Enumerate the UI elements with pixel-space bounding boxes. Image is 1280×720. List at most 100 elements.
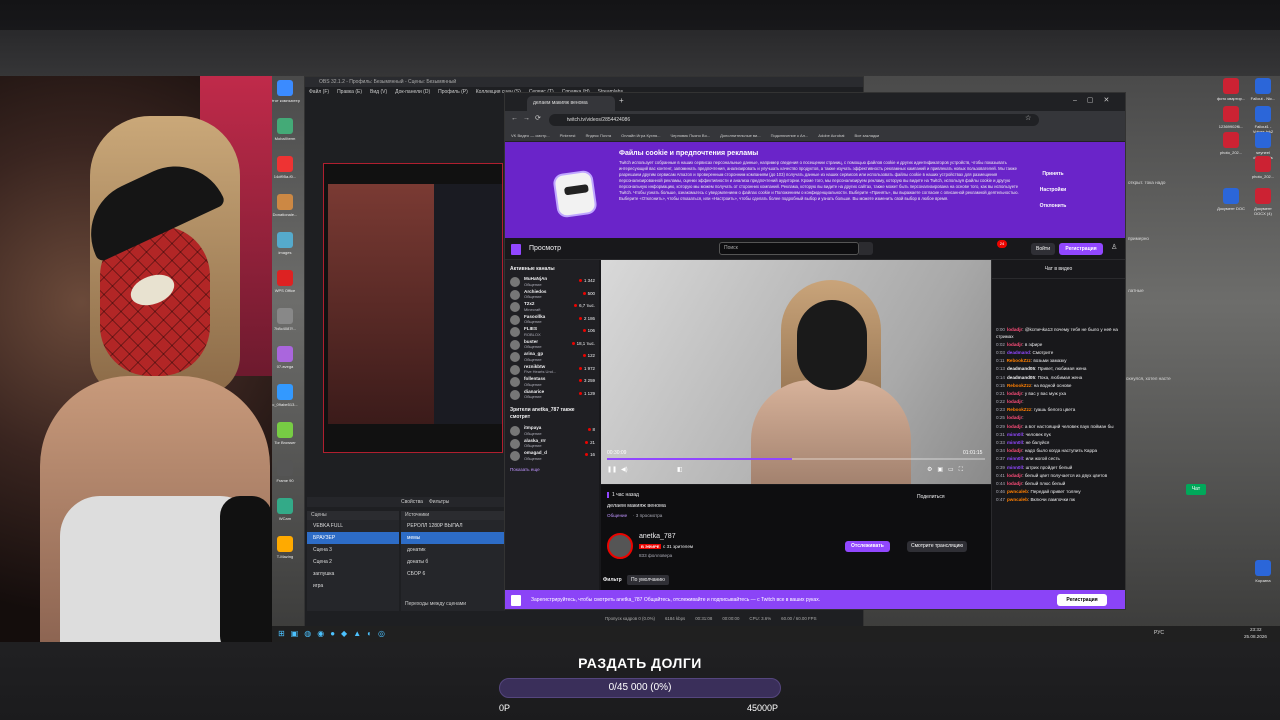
obs-menu-item[interactable]: Док-панели (D) [395,87,430,97]
chat-username[interactable]: RebookZzz [1007,407,1031,412]
obs-menu-item[interactable]: Правка (E) [337,87,362,97]
desktop-icon[interactable]: Tor Browser [270,422,300,445]
scene-item[interactable]: Сцена 2 [307,556,399,568]
show-more-link[interactable]: Показать еще [505,463,599,476]
desktop-icon[interactable]: Fallout1 - Voices.lnk2 [1248,106,1278,134]
scene-item[interactable]: заглушка [307,568,399,580]
chat-username[interactable]: lodadjr [1007,327,1022,332]
chat-username[interactable]: lodadjr [1007,481,1022,486]
desktop-icon[interactable]: Fallout - Nic... [1248,78,1278,101]
obs-menu-item[interactable]: Вид (V) [370,87,387,97]
channel-item[interactable]: itmpaya Общение 8 [505,425,599,438]
desktop-icon[interactable]: MobaXterm [270,118,300,141]
bookmark-item[interactable]: Черновик Пьяно Во... [670,129,710,141]
channel-item[interactable]: T2x2 Minecraft 6,7 тыс. [505,301,599,314]
channel-item[interactable]: arina_gp Общение 122 [505,351,599,364]
seek-bar[interactable] [607,458,985,460]
search-input[interactable]: Поиск [719,242,859,255]
channel-item[interactable]: MuHaNjAn Общение 1 342 [505,276,599,289]
chat-username[interactable]: lodadjr [1007,424,1022,429]
chat-username[interactable]: pwncaleb [1007,497,1028,502]
desktop-icon[interactable]: WCam [270,498,300,521]
chat-username[interactable]: lodadjr [1007,399,1022,404]
channel-item[interactable]: FLIES ROBLOX 106 [505,326,599,339]
desktop-icon[interactable]: Этот компьютер [270,80,300,103]
bookmark-item[interactable]: Подключение к Ал... [771,129,809,141]
desktop-icon[interactable]: WPS Office [270,270,300,293]
source-item[interactable]: СБОР 6 [401,568,505,580]
bookmark-item[interactable]: Все закладки [855,129,880,141]
desktop-icon[interactable]: Donationale... [270,194,300,217]
player-settings-icon[interactable]: ⚙▣▭⛶ [927,466,968,474]
window-controls-icon[interactable]: –▢✕ [1073,96,1119,104]
login-button[interactable]: Войти [1031,243,1055,255]
cookie-settings-button[interactable]: Настройки [1029,184,1077,196]
source-item[interactable]: РЕРОЛЛ 1280P ВЫПАЛ [401,520,505,532]
watch-stream-button[interactable]: Смотрите трансляцию [907,541,968,552]
source-item[interactable]: донаты б [401,556,505,568]
scene-item[interactable]: БРАУЗЕР [307,532,399,544]
scene-item[interactable]: VEBKA FULL [307,520,399,532]
desktop-icon[interactable]: photo_202... [1216,132,1246,155]
taskbar-apps-icon[interactable]: ⊞▣◍◉●◆▲◐◎ [278,629,391,638]
desktop-icon[interactable]: T-Mazing [270,536,300,559]
tray-language[interactable]: РУС [1154,630,1164,636]
desktop-icon[interactable]: Документ DOC [1216,188,1246,211]
streamer-name[interactable]: anetka_787 [639,533,676,540]
follow-button[interactable]: Отслеживать [845,541,890,552]
bookmark-star-icon[interactable]: ☆ [1025,114,1031,122]
obs-menu-item[interactable]: Файл (F) [309,87,329,97]
cookie-reject-button[interactable]: Отклонить [1029,200,1077,212]
streamer-avatar[interactable] [607,533,633,559]
desktop-icon[interactable]: 7b8c4087f... [270,308,300,331]
obs-menu-item[interactable]: Профиль (P) [438,87,468,97]
chat-button[interactable]: Чат [1186,484,1206,495]
url-field[interactable]: twitch.tv/videos/2854424086 [549,114,1039,126]
nav-arrows-icon[interactable]: ←→⟳ [511,114,546,122]
chat-username[interactable]: minn0ll [1007,432,1023,437]
chat-username[interactable]: minn0ll [1007,440,1023,445]
desktop-icon[interactable]: фото квартир... [1216,78,1246,101]
share-button[interactable]: Поделиться [913,492,949,502]
video-player[interactable]: 00:30:09 01:01:15 ❚❚ ◀) ◧ ⚙▣▭⛶ [601,260,991,484]
search-icon[interactable] [859,242,873,255]
channel-item[interactable]: alaska_rrr Общение 21 [505,438,599,451]
bookmark-item[interactable]: Adobe Acrobat [818,129,844,141]
channel-item[interactable]: Fasoollka Общение 2 186 [505,314,599,327]
chat-username[interactable]: lodadjr [1007,342,1022,347]
chat-username[interactable]: RebookZzz [1007,383,1031,388]
tray-time[interactable]: 23:32 [1250,627,1262,632]
banner-signup-button[interactable]: Регистрация [1057,594,1107,606]
clip-icon[interactable]: ◧ [677,466,683,473]
desktop-icon[interactable]: images [270,232,300,255]
chat-username[interactable]: minn0ll [1007,456,1023,461]
chat-username[interactable]: deadmand [1007,350,1030,355]
channel-item[interactable]: reznikbtw Five Hearts Und... 1 972 [505,364,599,377]
desktop-icon[interactable]: Frame 90 [270,460,300,483]
channel-item[interactable]: omagad_d Общение 16 [505,450,599,463]
scene-filters-button[interactable]: Фильтры [429,497,449,507]
channel-item[interactable]: dianarice Общение 1 129 [505,389,599,402]
desktop-icon[interactable]: 12369902f6... [1216,106,1246,129]
filter-select[interactable]: По умолчанию [627,575,669,585]
chat-username[interactable]: deadmand05 [1007,366,1035,371]
bookmark-item[interactable]: Pinterest [560,129,576,141]
chat-username[interactable]: lodadjr [1007,391,1022,396]
channel-item[interactable]: buster Общение 18,1 тыс. [505,339,599,352]
tab-twitch[interactable]: делаем макияж венома [527,96,615,111]
desktop-icon[interactable]: Документ DOCX (4) [1248,188,1278,216]
video-game-link[interactable]: Общение [607,513,627,518]
chat-username[interactable]: deadmand05 [1007,375,1035,380]
chat-username[interactable]: pwncaleb [1007,489,1028,494]
scene-item[interactable]: игра [307,580,399,592]
twitch-logo-icon[interactable] [511,244,521,255]
desktop-icon[interactable]: Корзина [1248,560,1278,583]
channel-item[interactable]: follentass Общение 3 259 [505,376,599,389]
desktop-icon[interactable]: 14df95a-f0... [270,156,300,179]
tray-date[interactable]: 25.08.2026 [1244,634,1267,639]
bookmark-item[interactable]: VK Видео — смотр... [511,129,550,141]
desktop-icon[interactable]: photo_202... [1248,156,1278,179]
chat-username[interactable]: lodadjr [1007,473,1022,478]
bookmark-item[interactable]: Дополнительные ви... [720,129,760,141]
new-tab-icon[interactable]: + [619,96,624,105]
